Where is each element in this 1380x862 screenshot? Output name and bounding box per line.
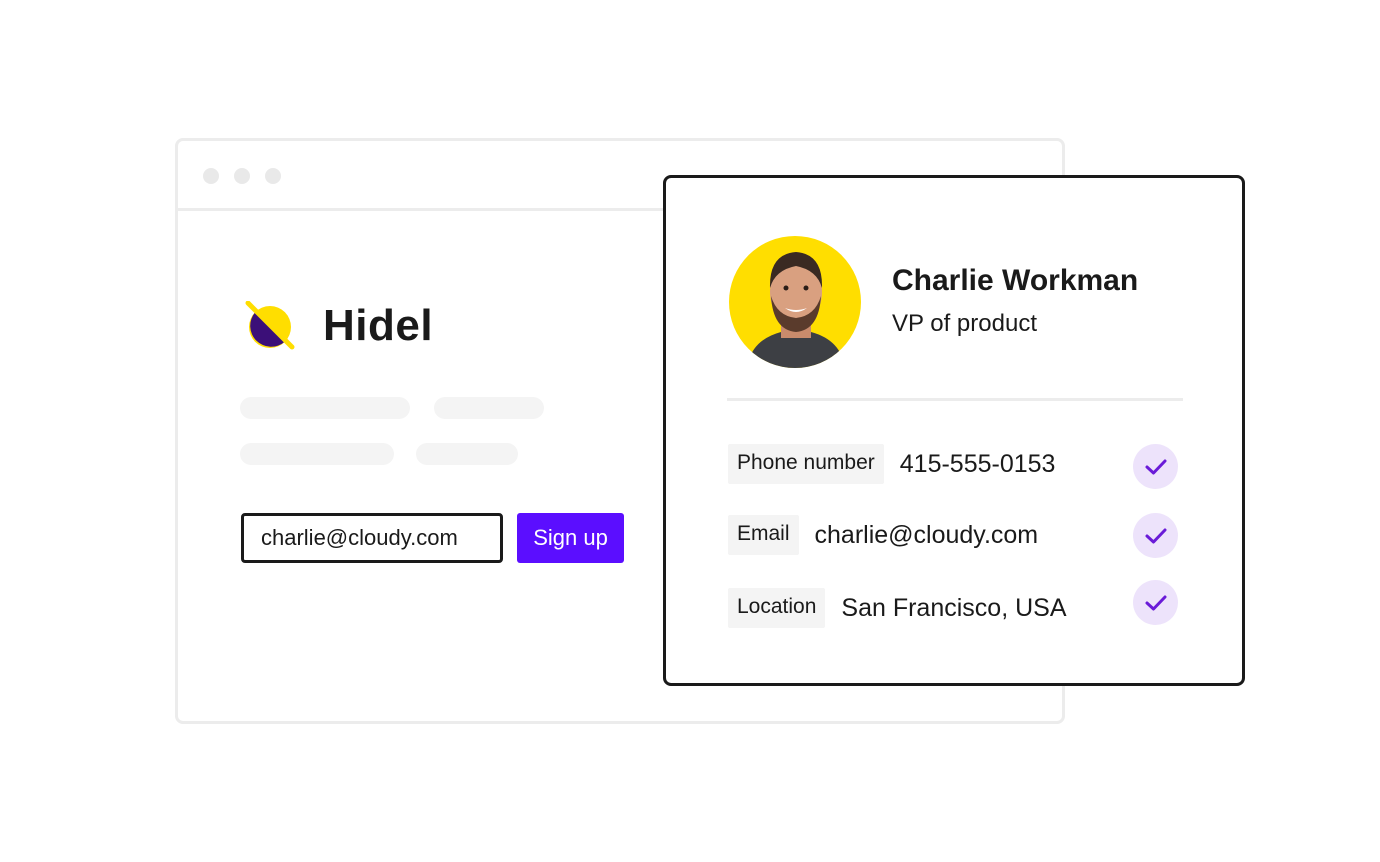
checkmark-icon [1133, 444, 1178, 489]
avatar [729, 236, 861, 368]
window-dot [203, 168, 219, 184]
placeholder-line [240, 443, 394, 465]
checkmark-icon [1133, 580, 1178, 625]
field-value: 415-555-0153 [899, 449, 1056, 478]
field-label: Email [728, 515, 799, 555]
window-dot [234, 168, 250, 184]
placeholder-line [434, 397, 544, 419]
window-dot [265, 168, 281, 184]
field-value: San Francisco, USA [841, 593, 1067, 622]
profile-role: VP of product [892, 310, 1037, 337]
divider [727, 398, 1183, 401]
field-value: charlie@cloudy.com [814, 520, 1039, 549]
field-row-email: Email charlie@cloudy.com [728, 515, 1038, 555]
placeholder-line [240, 397, 410, 419]
field-row-phone: Phone number 415-555-0153 [728, 444, 1055, 484]
sign-up-button[interactable]: Sign up [517, 513, 624, 563]
profile-name: Charlie Workman [892, 264, 1139, 297]
field-label: Phone number [728, 444, 884, 484]
hidel-logo-icon [245, 301, 295, 350]
profile-card: Charlie Workman VP of product Phone numb… [663, 175, 1245, 686]
field-row-location: Location San Francisco, USA [728, 588, 1067, 628]
brand-name: Hidel [323, 301, 434, 350]
profile-photo [747, 252, 845, 368]
placeholder-line [416, 443, 518, 465]
field-label: Location [728, 588, 826, 628]
checkmark-icon [1133, 513, 1178, 558]
email-input[interactable] [241, 513, 503, 563]
